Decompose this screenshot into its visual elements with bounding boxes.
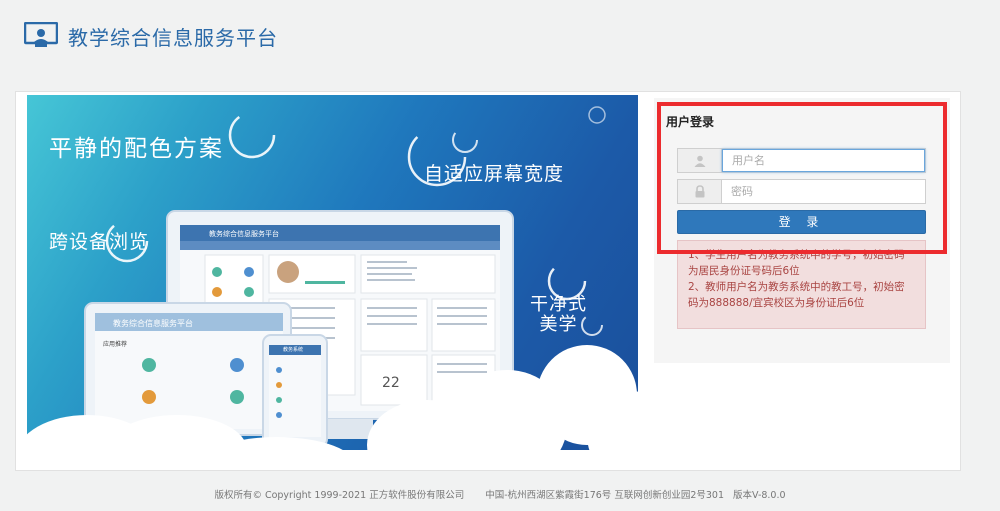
tablet-section: 应用推荐	[103, 341, 128, 348]
slogan-color-scheme: 平静的配色方案	[49, 136, 224, 162]
slogan-adaptive-width: 自适应屏幕宽度	[424, 163, 565, 185]
promo-banner: 平静的配色方案 自适应屏幕宽度 跨设备浏览 干净式 美学 教务综合信息服务平台 …	[27, 95, 638, 468]
slogan-cross-device: 跨设备浏览	[49, 231, 150, 253]
highlight-box	[657, 102, 947, 254]
phone-title: 教务系统	[283, 347, 304, 353]
page-header: 教学综合信息服务平台	[0, 0, 1000, 70]
footer-copyright: 版权所有© Copyright 1999-2021 正方软件股份有限公司	[214, 490, 465, 501]
calendar-day: 22	[382, 375, 400, 391]
site-title: 教学综合信息服务平台	[68, 26, 278, 50]
teacher-board-icon	[24, 22, 58, 47]
footer-version: 版本V-8.0.0	[733, 490, 786, 501]
slogan-clean-line-1: 干净式	[530, 294, 587, 315]
tablet-title: 教务综合信息服务平台	[113, 319, 193, 328]
monitor-title: 教务综合信息服务平台	[209, 230, 279, 238]
slogan-clean-line-2: 美学	[539, 314, 578, 335]
slogan-clean-aesthetics: 干净式 美学	[530, 295, 587, 335]
notice-teacher: 2、教师用户名为教务系统中的教工号，初始密码为888888/宜宾校区为身份证后6…	[688, 281, 905, 309]
footer-address: 中国-杭州西湖区紫霞街176号 互联网创新创业园2号301	[485, 490, 724, 501]
page-footer: 版权所有© Copyright 1999-2021 正方软件股份有限公司 中国-…	[0, 487, 1000, 501]
